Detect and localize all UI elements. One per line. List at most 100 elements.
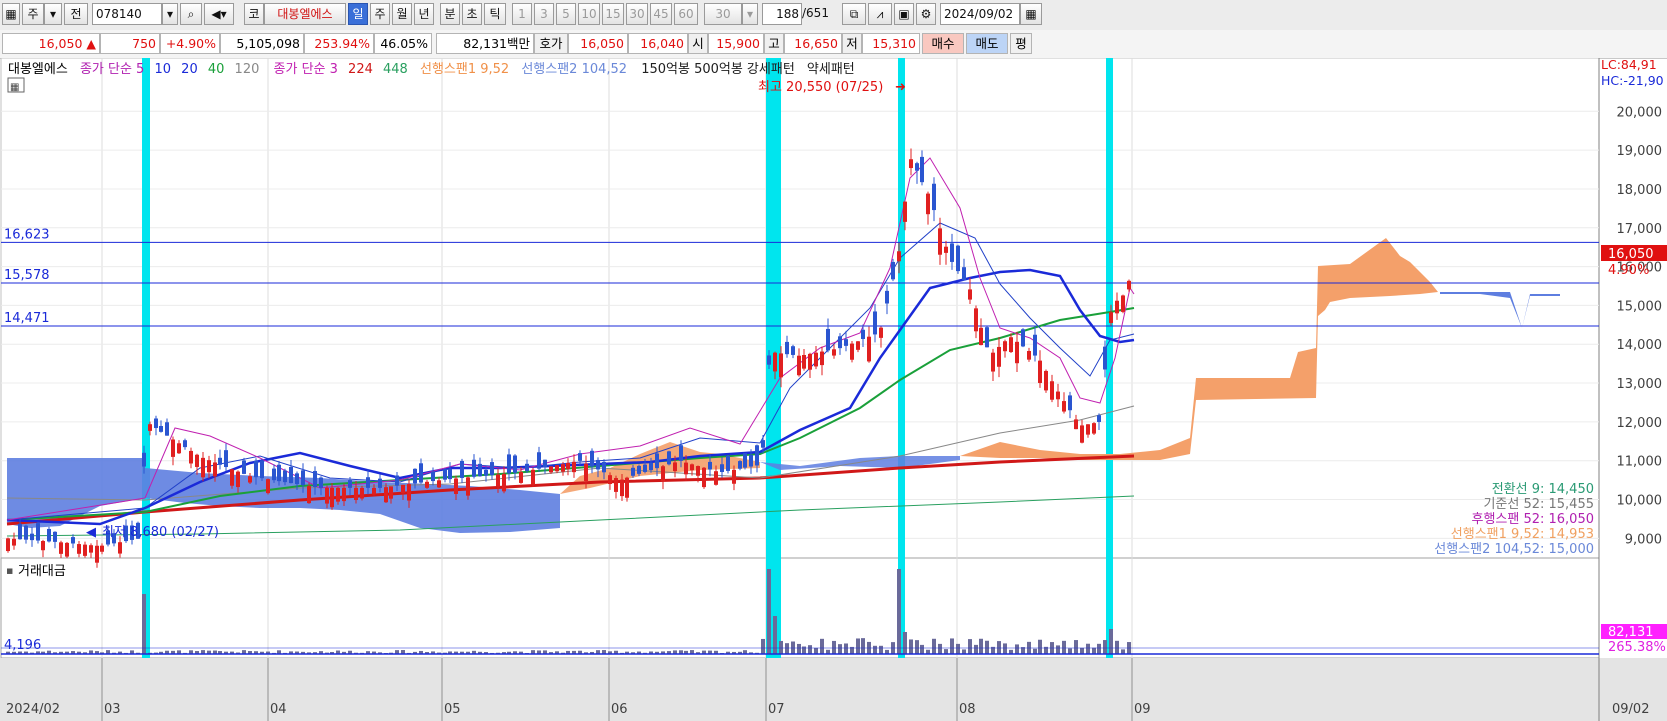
candle-body	[543, 459, 547, 468]
volume-bar	[844, 643, 848, 654]
candle-body	[454, 478, 458, 494]
candle-body	[519, 472, 523, 483]
volume-bar	[1103, 640, 1107, 654]
candle-body	[667, 451, 671, 465]
minute-step-30[interactable]: 30	[626, 3, 648, 25]
code-dropdown-icon[interactable]: ▾	[162, 3, 178, 25]
candle-body	[502, 473, 506, 492]
candle-body	[950, 243, 954, 262]
period-minute-tab[interactable]: 분	[440, 3, 460, 25]
volume-bar	[1003, 643, 1007, 654]
candle-body	[348, 480, 352, 488]
table-icon-glyph: ▦	[10, 82, 19, 93]
calendar-icon[interactable]: ▦	[1020, 3, 1042, 25]
code-input[interactable]: 078140	[92, 3, 162, 25]
period-month-tab[interactable]: 월	[392, 3, 412, 25]
candle-tool-icon[interactable]: ⧉	[842, 3, 866, 25]
date-input[interactable]: 2024/09/02	[940, 3, 1020, 25]
candle-body	[797, 355, 801, 376]
candle-body	[608, 475, 612, 485]
period-tick-tab[interactable]: 틱	[484, 3, 506, 25]
candle-body	[891, 261, 895, 280]
level-label: 14,471	[4, 311, 50, 326]
candle-body	[71, 537, 75, 544]
candle-body	[242, 460, 246, 474]
period-week-tab[interactable]: 주	[370, 3, 390, 25]
candle-body	[1080, 425, 1084, 443]
volume-bar	[932, 638, 936, 654]
candle-body	[1050, 381, 1054, 400]
period-second-tab[interactable]: 초	[462, 3, 482, 25]
x-tick-label: 2024/02	[6, 702, 60, 717]
count-dropdown-icon[interactable]: ▾	[742, 3, 758, 25]
toolbar: ▦ 주 ▾ 전 078140 ▾ ⌕ ◀▾ 코 대봉엘에스 일 주 월 년 분 …	[0, 0, 1667, 31]
save-icon[interactable]: ▣	[894, 3, 914, 25]
volume-bar	[779, 640, 783, 654]
bar-count-input[interactable]: 188	[762, 3, 802, 25]
candle-body	[277, 464, 281, 482]
stock-name[interactable]: 대봉엘에스	[264, 3, 346, 25]
volume-bar	[920, 644, 924, 654]
minute-step-45[interactable]: 45	[650, 3, 672, 25]
lc-label: LC:84,91	[1601, 58, 1657, 72]
candle-body	[159, 426, 163, 432]
volume-bar	[956, 643, 960, 654]
volume-bar	[767, 569, 771, 654]
candle-body	[938, 228, 942, 255]
ask-price: 16,050	[568, 33, 628, 54]
minute-step-10[interactable]: 10	[578, 3, 600, 25]
search-icon[interactable]: ⌕	[180, 3, 202, 25]
gear-icon[interactable]: ⚙	[916, 3, 936, 25]
market-select[interactable]: 주	[22, 3, 44, 25]
buy-button[interactable]: 매수	[922, 33, 964, 54]
candle-body	[761, 440, 765, 448]
candle-body	[537, 452, 541, 469]
candle-body	[254, 460, 258, 478]
volume-badge-text: 82,131	[1608, 625, 1654, 640]
candle-body	[820, 351, 824, 366]
candle-body	[885, 290, 889, 304]
minute-step-5[interactable]: 5	[556, 3, 576, 25]
candle-body	[767, 355, 771, 365]
candle-body	[89, 545, 93, 553]
candle-body	[590, 450, 594, 467]
candle-body	[431, 471, 435, 482]
zigzag-tool-icon[interactable]: ⩘	[868, 3, 892, 25]
volume-panel-marker: ▪	[6, 564, 13, 577]
candle-body	[838, 336, 842, 349]
volume-bar	[814, 647, 818, 654]
speaker-icon[interactable]: ◀▾	[204, 3, 234, 25]
candle-body	[637, 465, 641, 474]
candle-body	[814, 352, 818, 367]
y-tick-label: 13,000	[1617, 377, 1663, 392]
candle-body	[1015, 341, 1019, 364]
minute-step-3[interactable]: 3	[534, 3, 554, 25]
grid-menu-icon[interactable]: ▦	[2, 3, 20, 25]
period-day-tab[interactable]: 일	[348, 3, 368, 25]
candle-body	[755, 445, 759, 466]
chevron-down-icon[interactable]: ▾	[44, 3, 62, 25]
candle-body	[407, 484, 411, 501]
y-tick-label: 10,000	[1617, 494, 1663, 509]
avg-button[interactable]: 평	[1010, 33, 1032, 54]
candle-body	[1097, 415, 1101, 422]
minute-step-60[interactable]: 60	[674, 3, 698, 25]
candle-body	[342, 487, 346, 502]
candle-body	[979, 327, 983, 346]
volume-bar	[838, 644, 842, 654]
minute-step-1[interactable]: 1	[512, 3, 532, 25]
candle-body	[177, 443, 181, 454]
minute-step-15[interactable]: 15	[602, 3, 624, 25]
candle-body	[360, 487, 364, 499]
candle-body	[679, 445, 683, 461]
candle-body	[684, 462, 688, 475]
candle-body	[1062, 401, 1066, 412]
volume-bar	[979, 638, 983, 654]
period-year-tab[interactable]: 년	[414, 3, 434, 25]
sell-button[interactable]: 매도	[966, 33, 1008, 54]
candle-body	[962, 267, 966, 281]
stock-chart[interactable]: 16,623 15,578 14,471 9,000 10,000 11,000 12,0…	[0, 58, 1667, 721]
count-select[interactable]: 30	[704, 3, 742, 25]
prev-button[interactable]: 전	[64, 3, 88, 25]
candle-body	[41, 540, 45, 551]
